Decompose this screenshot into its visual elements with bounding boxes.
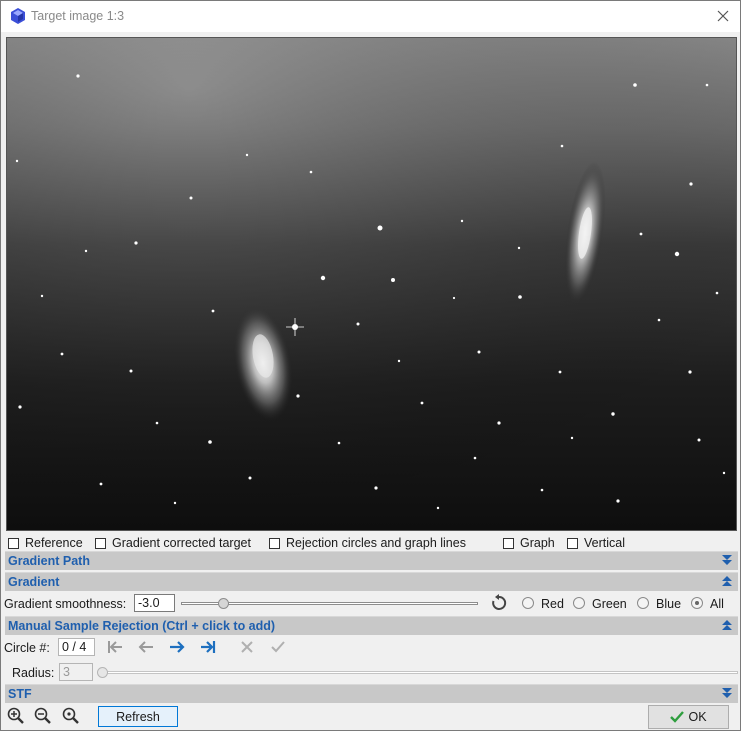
zoom-fit-icon <box>62 707 79 724</box>
smoothness-slider-thumb[interactable] <box>218 598 230 609</box>
radius-label: Radius: <box>12 666 55 680</box>
rejection-circles-option[interactable]: Rejection circles and graph lines <box>269 535 466 551</box>
reference-checkbox[interactable] <box>8 537 19 549</box>
astro-image <box>7 38 736 530</box>
vertical-label: Vertical <box>584 536 625 550</box>
zoom-in-icon <box>7 707 24 724</box>
section-gradient-path[interactable]: Gradient Path <box>5 551 738 570</box>
delete-circle-button[interactable] <box>236 637 258 657</box>
graph-option[interactable]: Graph <box>503 535 555 551</box>
channel-blue-label: Blue <box>656 597 682 611</box>
arrow-left-icon <box>138 641 153 653</box>
gradient-corrected-label: Gradient corrected target <box>112 536 251 550</box>
radius-slider[interactable] <box>98 671 738 674</box>
dialog-window: Target image 1:3 Reference Gradient corr… <box>0 0 741 731</box>
window-title: Target image 1:3 <box>31 9 125 23</box>
reset-button[interactable] <box>488 593 510 613</box>
rejection-circles-checkbox[interactable] <box>269 537 280 549</box>
reference-label: Reference <box>25 536 83 550</box>
radius-input[interactable]: 3 <box>59 663 93 681</box>
first-circle-button[interactable] <box>104 637 126 657</box>
section-manual-rejection[interactable]: Manual Sample Rejection (Ctrl + click to… <box>5 616 738 635</box>
ok-label: OK <box>688 710 707 724</box>
refresh-button[interactable]: Refresh <box>98 706 178 727</box>
arrow-right-icon <box>170 641 185 653</box>
next-circle-button[interactable] <box>166 637 188 657</box>
last-circle-button[interactable] <box>197 637 219 657</box>
smoothness-input[interactable]: -3.0 <box>134 594 175 612</box>
radius-slider-thumb[interactable] <box>97 667 108 678</box>
close-button[interactable] <box>709 4 737 28</box>
vertical-option[interactable]: Vertical <box>567 535 625 551</box>
reset-icon <box>492 594 507 610</box>
circle-label: Circle #: <box>4 641 50 655</box>
delete-icon <box>241 641 253 653</box>
zoom-fit-button[interactable] <box>60 706 82 726</box>
zoom-in-button[interactable] <box>5 706 27 726</box>
section-gradient-path-title: Gradient Path <box>8 554 90 568</box>
section-gradient-title: Gradient <box>8 575 60 589</box>
ok-button[interactable]: OK <box>648 705 729 729</box>
channel-blue-radio[interactable] <box>637 597 649 609</box>
channel-all-label: All <box>710 597 724 611</box>
gradient-corrected-option[interactable]: Gradient corrected target <box>95 535 251 551</box>
reference-option[interactable]: Reference <box>8 535 83 551</box>
skip-first-icon <box>108 641 122 653</box>
section-stf-title: STF <box>8 687 32 701</box>
graph-checkbox[interactable] <box>503 537 514 549</box>
channel-red-label: Red <box>541 597 564 611</box>
rejection-circles-label: Rejection circles and graph lines <box>286 536 466 550</box>
title-bar: Target image 1:3 <box>1 1 740 32</box>
circle-counter: 0 / 4 <box>58 638 95 656</box>
checkmark-icon <box>670 711 685 723</box>
gradient-corrected-checkbox[interactable] <box>95 537 106 549</box>
graph-label: Graph <box>520 536 555 550</box>
channel-all-radio[interactable] <box>691 597 703 609</box>
collapse-icon <box>722 620 732 630</box>
expand-icon <box>722 688 732 698</box>
accept-circle-button[interactable] <box>267 637 289 657</box>
smoothness-label: Gradient smoothness: <box>4 597 127 611</box>
previous-circle-button[interactable] <box>135 637 157 657</box>
zoom-out-icon <box>34 707 51 724</box>
collapse-icon <box>722 576 732 586</box>
channel-red-radio[interactable] <box>522 597 534 609</box>
section-gradient[interactable]: Gradient <box>5 572 738 591</box>
skip-last-icon <box>201 641 216 653</box>
channel-green-label: Green <box>592 597 627 611</box>
vertical-checkbox[interactable] <box>567 537 578 549</box>
zoom-out-button[interactable] <box>32 706 54 726</box>
close-icon <box>717 10 729 22</box>
checkmark-icon <box>271 641 285 653</box>
expand-icon <box>722 555 732 565</box>
section-stf[interactable]: STF <box>5 684 738 703</box>
app-logo-icon <box>11 8 25 24</box>
section-manual-rejection-title: Manual Sample Rejection (Ctrl + click to… <box>8 619 276 633</box>
channel-green-radio[interactable] <box>573 597 585 609</box>
image-viewer[interactable] <box>6 37 737 531</box>
